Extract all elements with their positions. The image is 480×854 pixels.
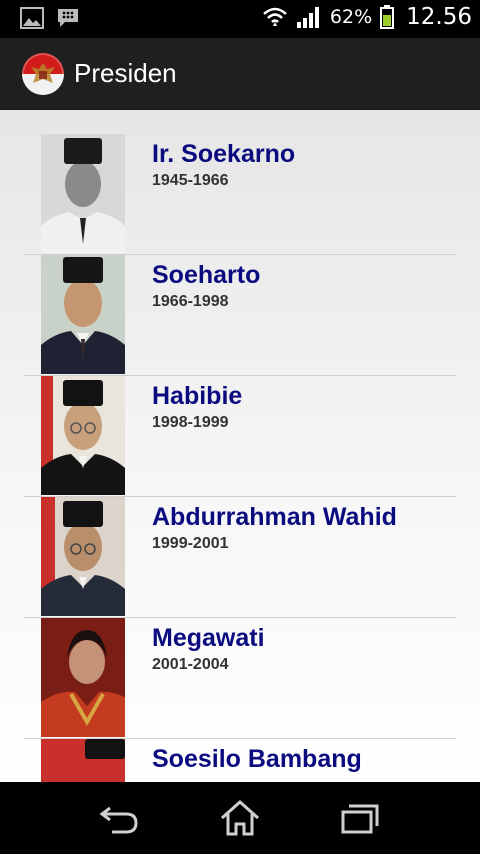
back-arrow-icon [99, 806, 138, 834]
president-photo [41, 739, 125, 782]
president-photo [41, 134, 125, 253]
garuda-logo-icon[interactable] [22, 53, 64, 95]
bbm-notification-icon [58, 9, 78, 27]
page-title: Presiden [74, 58, 177, 88]
president-name: Habibie [152, 382, 243, 410]
status-bar: 62% 12.56 [0, 0, 480, 38]
president-list: Ir. Soekarno 1945-1966 Soeharto 1966-199… [0, 134, 480, 782]
gallery-notification-icon [20, 7, 44, 29]
president-years: 1966-1998 [152, 293, 229, 310]
president-name: Abdurrahman Wahid [152, 503, 397, 531]
president-photo [41, 618, 125, 737]
president-name: Soeharto [152, 261, 261, 289]
list-item[interactable]: Ir. Soekarno 1945-1966 [24, 134, 456, 255]
president-list-view[interactable]: Ir. Soekarno 1945-1966 Soeharto 1966-199… [0, 110, 480, 782]
list-item[interactable]: Soesilo Bambang [24, 739, 456, 782]
president-years: 1998-1999 [152, 414, 229, 431]
list-item[interactable]: Habibie 1998-1999 [24, 376, 456, 497]
president-name: Megawati [152, 624, 265, 652]
recent-apps-button[interactable] [338, 798, 382, 838]
battery-icon [380, 5, 395, 29]
president-name: Soesilo Bambang [152, 745, 362, 773]
president-name: Ir. Soekarno [152, 140, 296, 168]
president-years: 2001-2004 [152, 656, 229, 673]
president-years: 1999-2001 [152, 535, 229, 552]
president-photo [41, 376, 125, 495]
home-icon [221, 799, 259, 836]
battery-percent: 62% [329, 6, 373, 28]
back-button[interactable] [98, 798, 142, 838]
home-button[interactable] [218, 798, 262, 838]
list-item[interactable]: Soeharto 1966-1998 [24, 255, 456, 376]
navigation-bar [0, 782, 480, 854]
president-years: 1945-1966 [152, 172, 229, 189]
president-photo [41, 255, 125, 374]
signal-icon [296, 7, 319, 28]
recent-apps-icon [341, 804, 379, 834]
list-item[interactable]: Megawati 2001-2004 [24, 618, 456, 739]
clock: 12.56 [406, 4, 472, 30]
list-item[interactable]: Abdurrahman Wahid 1999-2001 [24, 497, 456, 618]
president-photo [41, 497, 125, 616]
action-bar: Presiden [0, 38, 480, 112]
wifi-icon [263, 7, 287, 26]
